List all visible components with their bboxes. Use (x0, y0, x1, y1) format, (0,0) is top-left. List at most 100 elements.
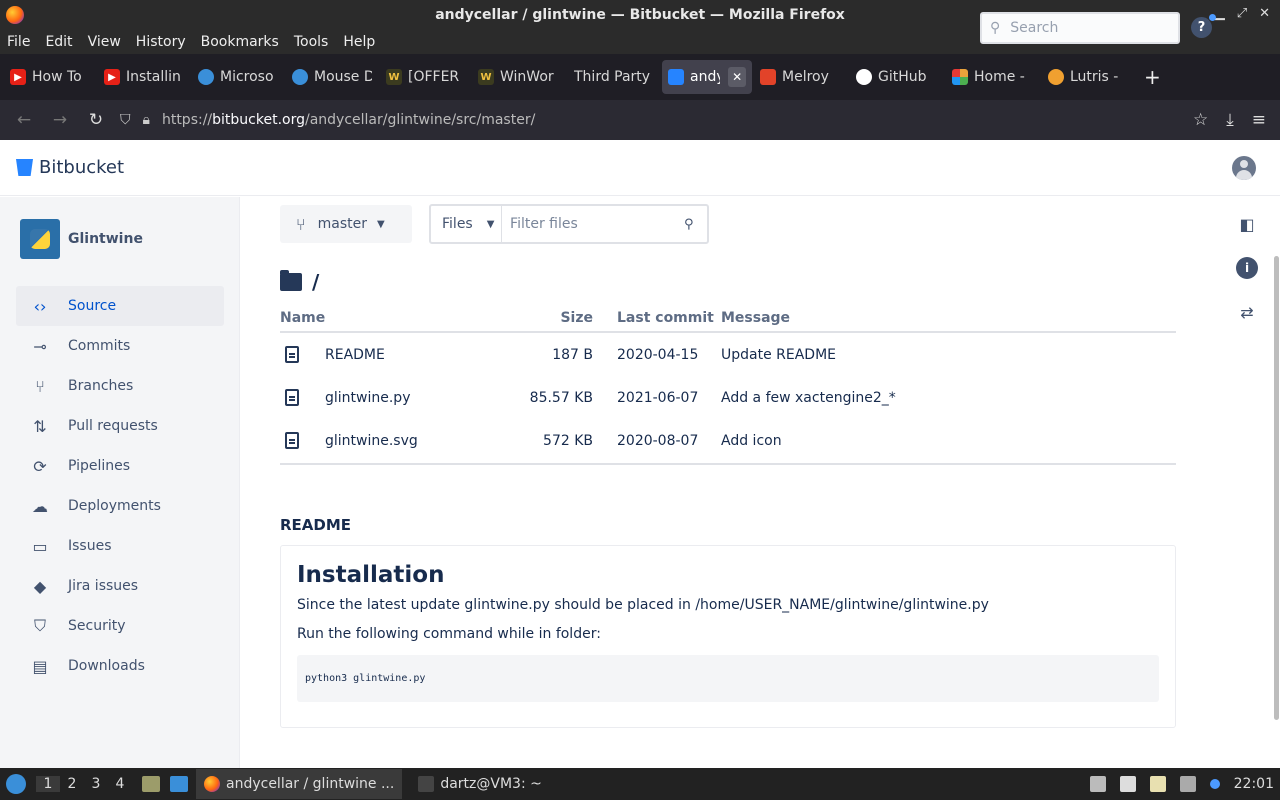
file-name[interactable]: glintwine.py (325, 390, 410, 406)
tab-lutris[interactable]: Lutris - (1042, 60, 1132, 94)
tracking-shield-icon[interactable]: ⛉ (120, 112, 131, 128)
branch-selector[interactable]: ⑂ master ▼ (280, 205, 412, 243)
sidebar-item-downloads[interactable]: ▤ Downloads (16, 646, 224, 686)
help-icon[interactable]: ? (1191, 14, 1216, 38)
workspace-3[interactable]: 3 (84, 776, 108, 792)
close-icon[interactable]: ✕ (1259, 6, 1270, 21)
file-name-cell: glintwine.svg (280, 432, 520, 449)
table-divider (280, 463, 1176, 465)
column-last-commit[interactable]: Last commit (593, 310, 721, 326)
readme-paragraph: Run the following command while in folde… (297, 626, 601, 642)
hamburger-menu-icon[interactable]: ≡ (1252, 110, 1266, 130)
file-name[interactable]: glintwine.svg (325, 433, 418, 449)
page-scrollbar[interactable] (1274, 256, 1279, 720)
tab-offer[interactable]: W [OFFER (380, 60, 470, 94)
tab-microsoft[interactable]: Microso (192, 60, 284, 94)
menu-history[interactable]: History (136, 34, 186, 50)
issues-icon: ▭ (32, 536, 48, 556)
path-text[interactable]: / (312, 270, 319, 294)
table-row[interactable]: glintwine.svg 572 KB 2020-08-07 Add icon (280, 419, 1176, 462)
files-dropdown-label: Files (442, 216, 473, 232)
tab-home[interactable]: Home - (946, 60, 1040, 94)
sidebar-item-label: Jira issues (68, 578, 139, 594)
repo-header[interactable]: Glintwine (20, 219, 239, 259)
sidebar-item-pull-requests[interactable]: ⇅ Pull requests (16, 406, 224, 446)
back-icon[interactable]: ← (6, 110, 42, 130)
file-manager-icon[interactable] (142, 776, 160, 792)
downloads-icon[interactable]: ⤓ (1226, 110, 1234, 130)
table-row[interactable]: README 187 B 2020-04-15 Update README (280, 333, 1176, 376)
sidebar-item-commits[interactable]: ⊸ Commits (16, 326, 224, 366)
show-desktop-icon[interactable] (170, 776, 188, 792)
tab-melroy[interactable]: Melroy (754, 60, 848, 94)
tab-installing[interactable]: ▶ Installin (98, 60, 190, 94)
side-panel-icon[interactable]: ◧ (1236, 213, 1258, 235)
column-name[interactable]: Name (280, 310, 520, 326)
table-header: Name Size Last commit Message (280, 305, 1176, 333)
table-row[interactable]: glintwine.py 85.57 KB 2021-06-07 Add a f… (280, 376, 1176, 419)
folder-icon (280, 270, 302, 291)
file-message[interactable]: Add a few xactengine2_* (721, 390, 1176, 406)
file-message[interactable]: Add icon (721, 433, 1176, 449)
clipboard-icon[interactable] (1149, 776, 1166, 792)
forward-icon[interactable]: → (42, 110, 78, 130)
menu-view[interactable]: View (88, 34, 121, 50)
file-last-commit[interactable]: 2020-04-15 (593, 347, 721, 363)
task-label: dartz@VM3: ~ (440, 776, 542, 792)
lock-icon[interactable]: 🔒︎ (143, 112, 150, 128)
tab-github[interactable]: GitHub (850, 60, 944, 94)
task-firefox[interactable]: andycellar / glintwine ... (196, 769, 403, 799)
tab-mouse[interactable]: Mouse D (286, 60, 378, 94)
notification-icon[interactable] (1209, 779, 1220, 789)
menu-edit[interactable]: Edit (45, 34, 72, 50)
column-message[interactable]: Message (721, 310, 1176, 326)
start-menu-icon[interactable] (6, 774, 26, 794)
code-icon: ‹› (33, 296, 47, 316)
menu-file[interactable]: File (7, 34, 30, 50)
sidebar-item-jira-issues[interactable]: ◆ Jira issues (16, 566, 224, 606)
url-bar[interactable]: ⛉ 🔒︎ https://bitbucket.org/andycellar/gl… (114, 105, 1193, 135)
search-input[interactable] (1010, 20, 1161, 36)
sidebar-item-issues[interactable]: ▭ Issues (16, 526, 224, 566)
tab-close-icon[interactable]: ✕ (728, 67, 746, 87)
sidebar-item-deployments[interactable]: ☁ Deployments (16, 486, 224, 526)
menu-bookmarks[interactable]: Bookmarks (201, 34, 279, 50)
new-tab-icon[interactable]: + (1144, 65, 1161, 89)
menu-tools[interactable]: Tools (294, 34, 329, 50)
file-last-commit[interactable]: 2020-08-07 (593, 433, 721, 449)
file-message[interactable]: Update README (721, 347, 1176, 363)
sidebar-item-branches[interactable]: ⑂ Branches (16, 366, 224, 406)
search-box[interactable]: ⚲ (980, 12, 1180, 44)
minimize-icon[interactable]: ▁ (1215, 6, 1225, 21)
file-last-commit[interactable]: 2021-06-07 (593, 390, 721, 406)
column-size[interactable]: Size (520, 310, 593, 326)
tray-arrow-icon[interactable] (1089, 776, 1106, 792)
maximize-icon[interactable]: ⤢ (1237, 6, 1247, 21)
tab-third-party[interactable]: Third Party (564, 60, 660, 94)
bitbucket-logo[interactable]: Bitbucket (16, 157, 124, 178)
filter-files-input[interactable] (502, 216, 685, 232)
download-icon: ▤ (32, 656, 48, 676)
user-avatar[interactable] (1232, 156, 1256, 180)
bookmark-star-icon[interactable]: ☆ (1193, 110, 1208, 130)
workspace-4[interactable]: 4 (108, 776, 132, 792)
workspace-1[interactable]: 1 (36, 776, 60, 792)
sync-icon[interactable]: ⇄ (1236, 301, 1258, 323)
tab-how-to[interactable]: ▶ How To (4, 60, 96, 94)
files-dropdown[interactable]: Files ▼ (431, 206, 503, 242)
info-icon[interactable]: i (1236, 257, 1258, 279)
readme-heading: Installation (297, 562, 445, 588)
sidebar-item-security[interactable]: ⛉ Security (16, 606, 224, 646)
search-icon[interactable]: ⚲ (684, 217, 707, 232)
sidebar-item-source[interactable]: ‹› Source (16, 286, 224, 326)
tab-winworld[interactable]: W WinWor (472, 60, 562, 94)
network-icon[interactable] (1179, 776, 1196, 792)
tab-bitbucket-active[interactable]: andy✕ (662, 60, 752, 94)
volume-icon[interactable] (1119, 776, 1136, 792)
reload-icon[interactable]: ↻ (78, 110, 114, 130)
file-name[interactable]: README (325, 347, 385, 363)
sidebar-item-pipelines[interactable]: ⟳ Pipelines (16, 446, 224, 486)
workspace-2[interactable]: 2 (60, 776, 84, 792)
task-terminal[interactable]: dartz@VM3: ~ (410, 769, 550, 799)
menu-help[interactable]: Help (343, 34, 375, 50)
